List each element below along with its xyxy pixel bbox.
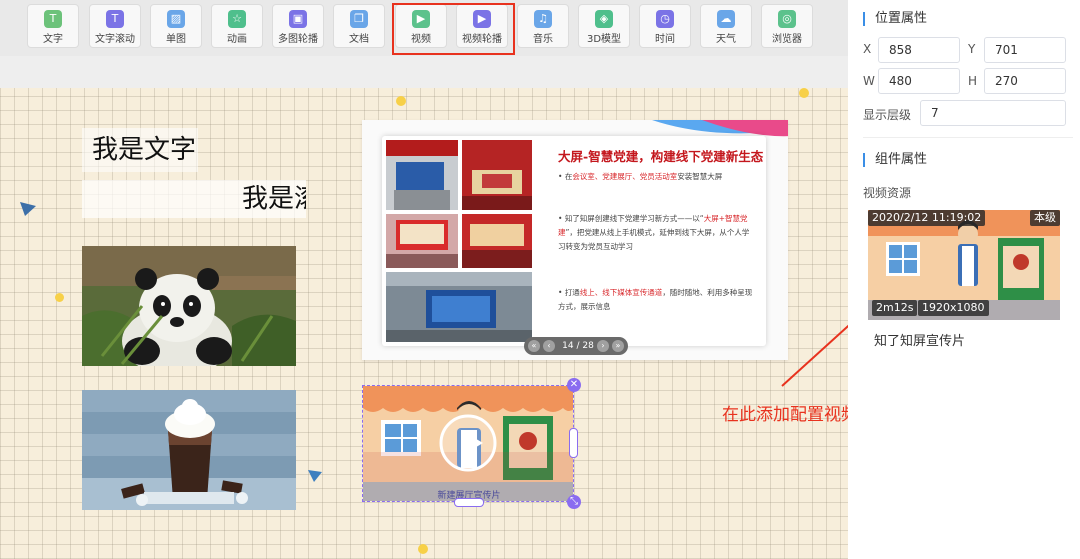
document-slide-element[interactable]: 大屏-智慧党建，构建线下党建新生态 • 在会议室、党建展厅、党员活动室安装智慧大… <box>362 120 788 360</box>
tool-label: 浏览器 <box>772 34 802 45</box>
video-tools-highlight <box>392 3 515 55</box>
scroll-text: 我是滚动文字 <box>242 184 306 214</box>
toolbar-substrip <box>0 56 848 88</box>
slide-title: 大屏-智慧党建，构建线下党建新生态 <box>558 149 764 164</box>
tool-image[interactable]: ▨ 单图 <box>150 4 202 48</box>
tool-label: 音乐 <box>533 34 553 45</box>
h-field[interactable]: 270 <box>984 68 1066 94</box>
video-resource-thumbnail[interactable]: 2020/2/12 11:19:02 本级 2m12s 1920x1080 <box>868 210 1060 320</box>
slide-bullet-3: • 打通线上、线下媒体宣传通道，随时随地、利用多种呈现方式，展示信息 <box>558 288 753 311</box>
tool-label: 动画 <box>227 34 247 45</box>
resize-handle-icon[interactable]: ⤡ <box>567 495 581 509</box>
tool-label: 多图轮播 <box>278 34 318 45</box>
text-element[interactable]: 我是文字 <box>82 128 198 172</box>
tool-scroll-text[interactable]: T 文字滚动 <box>89 4 141 48</box>
decor-dot <box>418 544 428 554</box>
video-date-badge: 2020/2/12 11:19:02 <box>868 210 986 226</box>
tool-label: 3D模型 <box>586 34 622 45</box>
tool-time[interactable]: ◷ 时间 <box>639 4 691 48</box>
document-icon: ❐ <box>350 10 368 28</box>
delete-element-icon[interactable]: ✕ <box>567 378 581 392</box>
3d-model-icon: ◈ <box>595 10 613 28</box>
w-field[interactable]: 480 <box>878 68 960 94</box>
w-label: W <box>863 74 875 88</box>
tool-label: 单图 <box>166 34 186 45</box>
scroll-text-element[interactable]: 我是滚动文字 <box>82 180 306 218</box>
tool-music[interactable]: ♫ 音乐 <box>517 4 569 48</box>
tool-weather[interactable]: ☁ 天气 <box>700 4 752 48</box>
component-section-title: 组件属性 <box>863 153 927 167</box>
component-toolbar: T 文字 T 文字滚动 ▨ 单图 ☆ 动画 ▣ 多图轮播 ❐ 文档 ▶ 视频 ▶ 视频轮播 ♫ 音… <box>0 0 848 56</box>
slide-pager: « ‹ 14 / 28 › » <box>524 337 628 355</box>
text-icon: T <box>44 10 62 28</box>
slide-photo-1 <box>386 140 458 210</box>
tool-browser[interactable]: ◎ 浏览器 <box>761 4 813 48</box>
layer-label: 显示层级 <box>863 108 912 122</box>
slide-photo-3 <box>386 214 458 268</box>
music-icon: ♫ <box>534 10 552 28</box>
tool-label: 文字滚动 <box>95 34 135 45</box>
last-page-icon[interactable]: » <box>612 340 624 352</box>
tool-label: 文档 <box>349 34 369 45</box>
layer-field[interactable]: 7 <box>920 100 1066 126</box>
editor-canvas[interactable]: 我是文字 我是滚动文字 <box>0 88 848 559</box>
browser-icon: ◎ <box>778 10 796 28</box>
drink-image[interactable] <box>82 390 296 510</box>
tool-document[interactable]: ❐ 文档 <box>333 4 385 48</box>
panel-divider <box>863 137 1073 138</box>
x-field[interactable]: 858 <box>878 37 960 63</box>
decor-triangle <box>20 202 36 216</box>
resize-handle-bottom[interactable] <box>454 498 484 507</box>
time-icon: ◷ <box>656 10 674 28</box>
video-element[interactable]: 新建展厅宣传片 <box>362 385 574 502</box>
y-label: Y <box>968 42 976 56</box>
decor-dot <box>799 88 809 98</box>
page-indicator: 14 / 28 <box>562 341 594 351</box>
image-icon: ▨ <box>167 10 185 28</box>
video-duration-badge: 2m12s <box>872 300 918 316</box>
x-label: X <box>863 42 872 56</box>
slide-bullet-2: • 知了知屏创建线下党建学习新方式——以“大屏+智慧党建”，把党建从线上手机模式… <box>558 214 750 251</box>
tool-image-carousel[interactable]: ▣ 多图轮播 <box>272 4 324 48</box>
resize-handle-right[interactable] <box>569 428 578 458</box>
next-page-icon[interactable]: › <box>597 340 609 352</box>
h-label: H <box>968 74 978 88</box>
decor-triangle <box>308 470 322 482</box>
slide-page: 大屏-智慧党建，构建线下党建新生态 • 在会议室、党建展厅、党员活动室安装智慧大… <box>382 136 766 346</box>
animation-icon: ☆ <box>228 10 246 28</box>
tool-animation[interactable]: ☆ 动画 <box>211 4 263 48</box>
prev-page-icon[interactable]: ‹ <box>543 340 555 352</box>
weather-icon: ☁ <box>717 10 735 28</box>
position-section-title: 位置属性 <box>863 12 927 26</box>
slide-photo-4 <box>462 214 532 268</box>
tool-label: 天气 <box>716 34 736 45</box>
video-tag-badge: 本级 <box>1030 210 1060 226</box>
slide-bullet-1: • 在会议室、党建展厅、党员活动室安装智慧大屏 <box>558 172 723 181</box>
panda-image[interactable] <box>82 246 296 366</box>
play-icon[interactable] <box>439 414 497 472</box>
decor-dot <box>396 96 406 106</box>
decor-dot <box>55 293 64 302</box>
tool-label: 文字 <box>43 34 63 45</box>
first-page-icon[interactable]: « <box>528 340 540 352</box>
video-source-label: 视频资源 <box>863 186 912 200</box>
annotation-text: 在此添加配置视频 <box>722 405 858 425</box>
tool-3d-model[interactable]: ◈ 3D模型 <box>578 4 630 48</box>
y-field[interactable]: 701 <box>984 37 1066 63</box>
scroll-text-icon: T <box>106 10 124 28</box>
video-name: 知了知屏宣传片 <box>874 334 966 349</box>
video-resolution-badge: 1920x1080 <box>918 300 989 316</box>
slide-photo-2 <box>462 140 532 210</box>
slide-photo-5 <box>386 272 532 342</box>
tool-text[interactable]: T 文字 <box>27 4 79 48</box>
tool-label: 时间 <box>655 34 675 45</box>
image-carousel-icon: ▣ <box>289 10 307 28</box>
